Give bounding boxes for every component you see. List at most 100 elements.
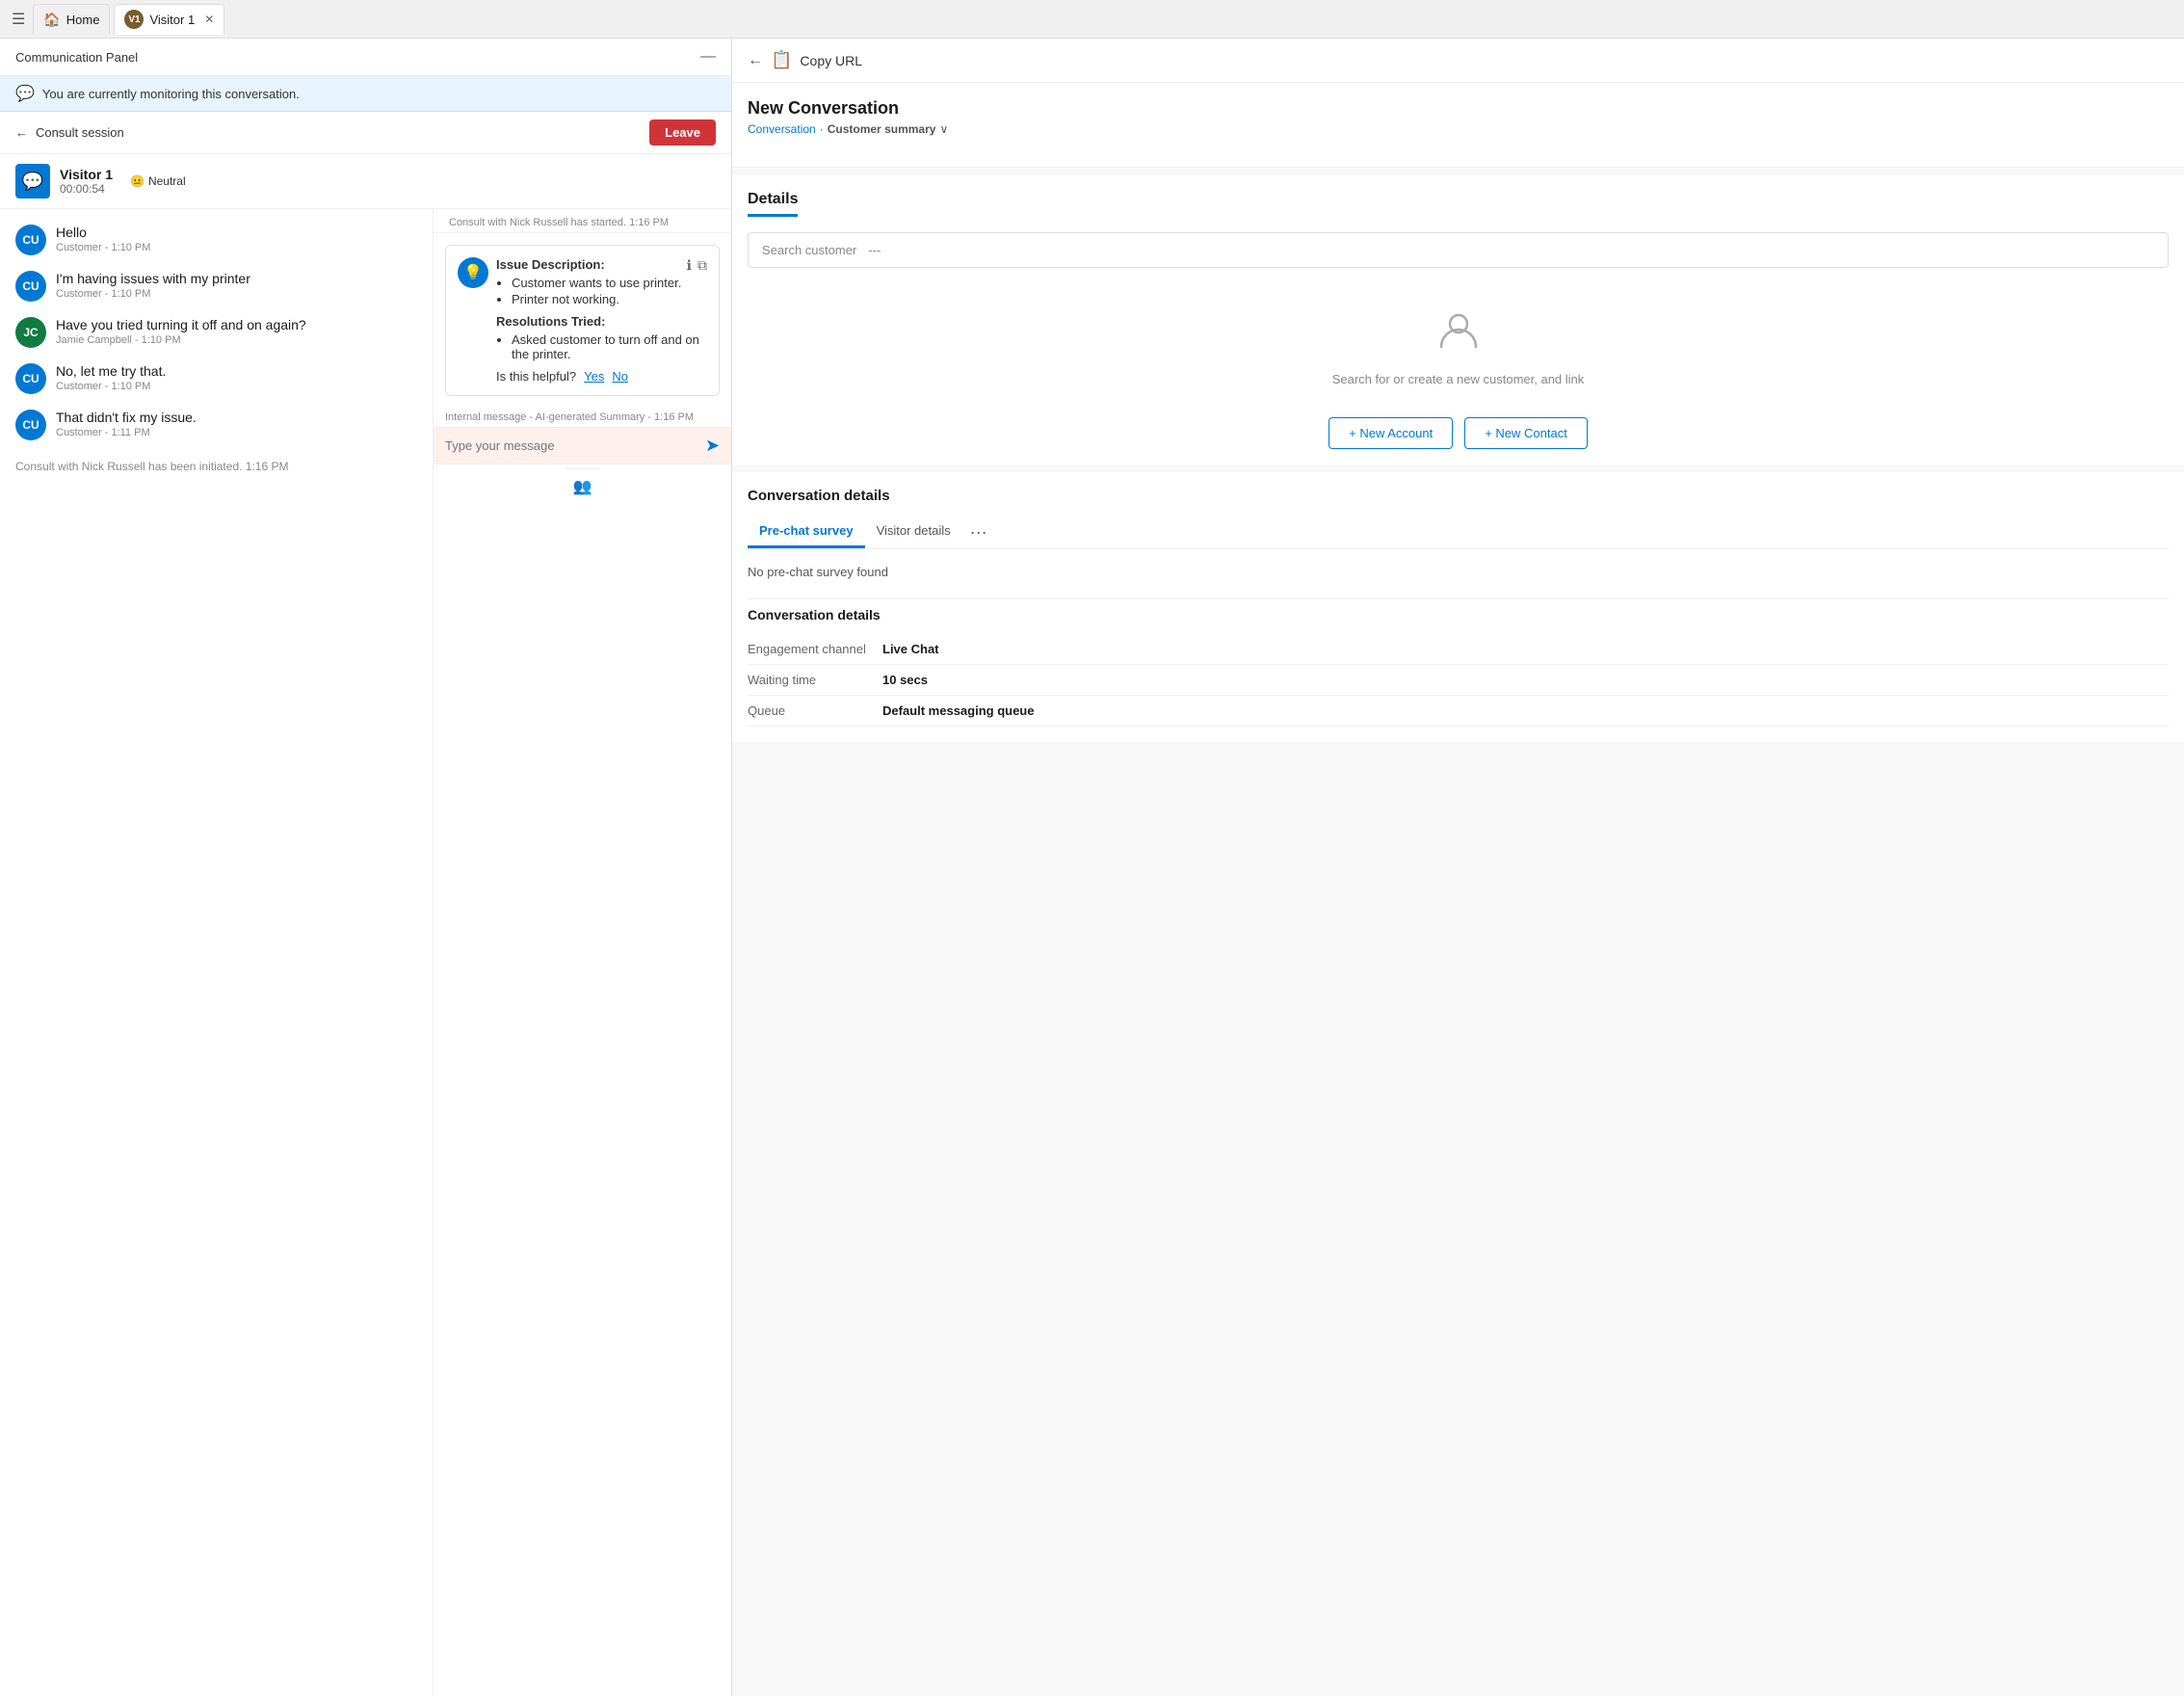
message-meta: Customer - 1:11 PM: [56, 427, 197, 438]
consult-bar: ← Consult session Leave: [0, 112, 731, 154]
tab-pre-chat-survey[interactable]: Pre-chat survey: [748, 516, 865, 548]
visitor-details: Visitor 1 00:00:54: [60, 167, 113, 196]
resolution-item: Asked customer to turn off and on the pr…: [512, 332, 707, 361]
tab-close-icon[interactable]: ✕: [204, 13, 214, 26]
right-panel: ← 📋 Copy URL New Conversation Conversati…: [732, 39, 2184, 1696]
no-survey-text: No pre-chat survey found: [748, 565, 2169, 579]
message-input-area: ➤: [434, 427, 731, 464]
search-customer-box[interactable]: Search customer ---: [748, 232, 2169, 268]
helpful-row: Is this helpful? Yes No: [496, 369, 707, 384]
more-tabs-button[interactable]: ···: [962, 518, 995, 546]
search-customer-label: Search customer: [762, 243, 856, 257]
message-meta: Customer - 1:10 PM: [56, 242, 150, 253]
breadcrumb-conversation[interactable]: Conversation: [748, 122, 816, 136]
jc-avatar: JC: [15, 317, 46, 348]
message-row: JC Have you tried turning it off and on …: [15, 317, 417, 348]
message-text: I'm having issues with my printer: [56, 271, 250, 286]
message-content: No, let me try that. Customer - 1:10 PM: [56, 363, 166, 392]
consult-started-text: Consult with Nick Russell has started. 1…: [449, 217, 669, 228]
new-conversation-section: New Conversation Conversation · Customer…: [732, 83, 2184, 168]
message-content: Have you tried turning it off and on aga…: [56, 317, 306, 346]
cu-avatar: CU: [15, 225, 46, 255]
conversation-details-title: Conversation details: [748, 488, 2169, 504]
sentiment-icon: 😐: [130, 174, 145, 188]
hamburger-menu[interactable]: ☰: [8, 6, 29, 33]
issue-item: Customer wants to use printer.: [512, 276, 707, 290]
visitor-info-bar: 💬 Visitor 1 00:00:54 😐 Neutral: [0, 154, 731, 209]
customer-placeholder-text: Search for or create a new customer, and…: [1332, 372, 1585, 386]
issue-list: Customer wants to use printer. Printer n…: [496, 276, 707, 306]
add-people-button[interactable]: 👥: [566, 468, 600, 504]
queue-label: Queue: [748, 703, 882, 718]
ai-summary-header: Consult with Nick Russell has started. 1…: [434, 209, 731, 233]
message-row: CU I'm having issues with my printer Cus…: [15, 271, 417, 302]
conv-details-sub-title: Conversation details: [748, 607, 2169, 623]
title-bar: ☰ 🏠 Home V1 Visitor 1 ✕: [0, 0, 2184, 39]
minimize-icon[interactable]: —: [700, 48, 716, 66]
sentiment-label: Neutral: [148, 174, 186, 188]
new-contact-button[interactable]: + New Contact: [1464, 417, 1588, 449]
tab-visitor[interactable]: V1 Visitor 1 ✕: [114, 4, 224, 35]
message-row: CU No, let me try that. Customer - 1:10 …: [15, 363, 417, 394]
message-row: CU That didn't fix my issue. Customer - …: [15, 410, 417, 440]
details-title: Details: [748, 191, 798, 217]
detail-row-engagement: Engagement channel Live Chat: [748, 634, 2169, 665]
detail-row-queue: Queue Default messaging queue: [748, 696, 2169, 727]
left-panel: Communication Panel — 💬 You are currentl…: [0, 39, 732, 1696]
add-people-bar: 👥: [434, 464, 731, 508]
tab-home[interactable]: 🏠 Home: [33, 4, 110, 35]
consult-label: Consult session: [36, 125, 124, 140]
copy-url-label[interactable]: Copy URL: [800, 53, 862, 68]
sentiment-indicator: 😐 Neutral: [130, 174, 186, 188]
system-message-consult-initiated: Consult with Nick Russell has been initi…: [15, 456, 417, 477]
queue-value: Default messaging queue: [882, 703, 1034, 718]
message-content: I'm having issues with my printer Custom…: [56, 271, 250, 300]
ai-icon: 💡: [458, 257, 488, 288]
new-conversation-title: New Conversation: [748, 98, 2169, 119]
new-account-button[interactable]: + New Account: [1329, 417, 1453, 449]
message-input[interactable]: [445, 438, 697, 453]
ai-summary-timestamp: Internal message - AI-generated Summary …: [434, 408, 731, 427]
consult-left: ← Consult session: [15, 125, 124, 140]
visitor-time: 00:00:54: [60, 182, 113, 196]
rp-header: ← 📋 Copy URL: [732, 39, 2184, 83]
divider: [748, 598, 2169, 599]
waiting-value: 10 secs: [882, 673, 928, 687]
home-icon: 🏠: [43, 12, 60, 28]
comm-panel-header: Communication Panel —: [0, 39, 731, 76]
monitoring-text: You are currently monitoring this conver…: [42, 87, 300, 101]
waiting-label: Waiting time: [748, 673, 882, 687]
message-content: That didn't fix my issue. Customer - 1:1…: [56, 410, 197, 438]
search-customer-dashes: ---: [868, 243, 881, 257]
send-button[interactable]: ➤: [705, 436, 720, 456]
back-button[interactable]: ←: [748, 52, 763, 69]
ai-copy-button[interactable]: ⧉: [697, 257, 707, 274]
tab-visitor-details[interactable]: Visitor details: [865, 516, 962, 548]
resolution-list: Asked customer to turn off and on the pr…: [496, 332, 707, 361]
message-meta: Jamie Campbell - 1:10 PM: [56, 334, 306, 346]
yes-link[interactable]: Yes: [584, 369, 604, 384]
ai-info-button[interactable]: ℹ: [687, 257, 692, 274]
customer-placeholder-icon: [1435, 306, 1482, 364]
visitor-tab-avatar: V1: [124, 10, 144, 29]
new-buttons-row: + New Account + New Contact: [748, 417, 2169, 449]
ai-summary-box: 💡 Issue Description: Customer wants to u…: [445, 245, 720, 396]
detail-row-waiting: Waiting time 10 secs: [748, 665, 2169, 696]
conversation-details-tabs: Pre-chat survey Visitor details ···: [748, 516, 2169, 549]
issue-title: Issue Description:: [496, 257, 707, 272]
comm-panel-title: Communication Panel: [15, 50, 138, 65]
chat-right-panel: Consult with Nick Russell has started. 1…: [433, 209, 731, 1696]
message-meta: Customer - 1:10 PM: [56, 381, 166, 392]
monitor-icon: 💬: [15, 84, 35, 103]
message-text: That didn't fix my issue.: [56, 410, 197, 425]
visitor-name: Visitor 1: [60, 167, 113, 182]
conversation-details-section: Conversation details Pre-chat survey Vis…: [732, 472, 2184, 742]
message-meta: Customer - 1:10 PM: [56, 288, 250, 300]
no-link[interactable]: No: [612, 369, 628, 384]
resolution-title: Resolutions Tried:: [496, 314, 707, 329]
leave-button[interactable]: Leave: [649, 119, 716, 146]
chat-messages: CU Hello Customer - 1:10 PM CU I'm havin…: [0, 209, 433, 1696]
message-content: Hello Customer - 1:10 PM: [56, 225, 150, 253]
monitoring-banner: 💬 You are currently monitoring this conv…: [0, 76, 731, 112]
breadcrumb-chevron[interactable]: ∨: [939, 122, 948, 136]
